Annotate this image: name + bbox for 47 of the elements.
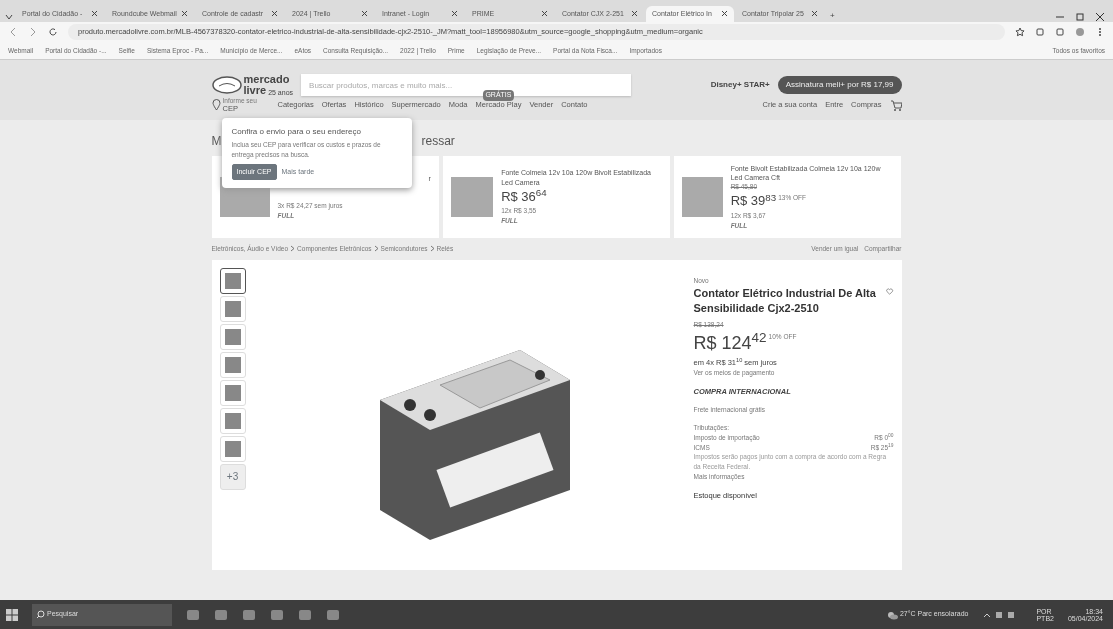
thumbnail[interactable] xyxy=(219,267,246,294)
windows-start-icon[interactable] xyxy=(6,608,18,621)
heart-icon[interactable] xyxy=(886,285,894,297)
product-price: R$ 39$^{83}$ xyxy=(730,191,777,211)
close-icon[interactable] xyxy=(811,10,818,18)
close-icon[interactable] xyxy=(91,10,98,18)
close-icon[interactable] xyxy=(271,10,278,18)
back-icon[interactable] xyxy=(8,27,18,37)
sidebar-icon[interactable] xyxy=(1055,27,1065,37)
close-icon[interactable] xyxy=(451,10,458,18)
chevron-icon xyxy=(429,245,435,253)
section-title: ressar xyxy=(421,133,455,150)
star-icon[interactable] xyxy=(1015,27,1025,37)
app-icon[interactable] xyxy=(270,607,284,622)
maximize-icon[interactable] xyxy=(1075,12,1085,22)
logo-text: livre xyxy=(243,85,267,96)
product-title: Contator Elétrico Industrial De Alta Sensibilidade Cjx2-2510 xyxy=(693,285,877,316)
popup-title: Confira o envio para o seu endereço xyxy=(231,126,362,138)
location-pin-icon xyxy=(211,99,221,111)
product-photo-placeholder xyxy=(682,177,723,217)
product-price: R$ 124$^{42}$ xyxy=(693,330,767,356)
cart-icon[interactable] xyxy=(889,99,902,111)
section-title: M xyxy=(211,133,222,150)
close-icon[interactable] xyxy=(181,10,188,18)
close-icon[interactable] xyxy=(631,10,638,18)
tab-list-icon[interactable] xyxy=(4,12,14,22)
search-icon xyxy=(36,610,45,619)
forward-icon[interactable] xyxy=(28,27,38,37)
extension-icon[interactable] xyxy=(1035,27,1045,37)
close-icon[interactable] xyxy=(541,10,548,18)
product-price: R$ 36$^{64}$ xyxy=(501,186,547,206)
logo-text: mercado xyxy=(243,74,291,85)
product-photo-placeholder xyxy=(450,177,494,217)
profile-icon[interactable] xyxy=(1075,27,1085,37)
chevron-icon xyxy=(290,245,296,253)
close-icon[interactable] xyxy=(361,10,368,18)
app-icon[interactable] xyxy=(326,607,340,622)
streaming-promo-logo: Disney+ STAR+ xyxy=(710,79,770,91)
close-icon[interactable] xyxy=(1095,12,1105,22)
new-tab-button[interactable]: + xyxy=(826,10,839,22)
subscription-promo-button[interactable]: Assinatura meli+ por R$ 17,99 xyxy=(777,76,902,94)
chevron-icon xyxy=(373,245,379,253)
more-photos-thumbnail[interactable]: +3 xyxy=(219,463,246,490)
weather-icon xyxy=(885,609,898,620)
close-icon[interactable] xyxy=(721,10,728,18)
app-icon[interactable] xyxy=(298,607,312,622)
reload-icon[interactable] xyxy=(48,27,58,37)
